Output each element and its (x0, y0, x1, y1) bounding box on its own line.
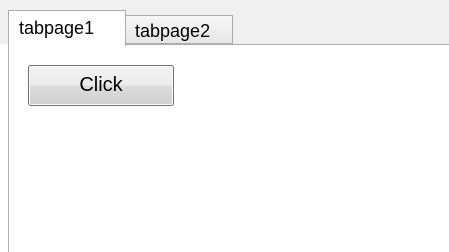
click-button[interactable]: Click (28, 65, 174, 106)
tab-tabpage2[interactable]: tabpage2 (125, 15, 233, 44)
tab-tabpage1[interactable]: tabpage1 (8, 10, 126, 46)
